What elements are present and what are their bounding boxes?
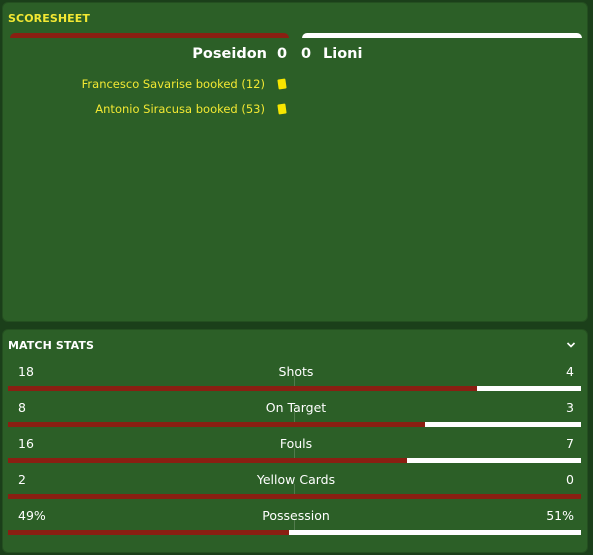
home-score: 0 — [277, 46, 288, 62]
yellow-card-icon — [277, 78, 287, 90]
scoresheet-title: SCORESHEET — [8, 12, 90, 25]
stat-bar-home-fill — [8, 386, 477, 391]
stat-row-fouls: 16 Fouls 7 — [3, 432, 589, 468]
stat-label: Possession — [262, 508, 330, 523]
stat-away-value: 51% — [546, 508, 574, 523]
chevron-down-icon[interactable] — [566, 340, 576, 350]
stat-comparison-bar — [8, 520, 581, 535]
stat-away-value: 0 — [566, 472, 574, 487]
stat-row-on-target: 8 On Target 3 — [3, 396, 589, 432]
stat-bar-home-fill — [8, 458, 407, 463]
stat-bar-midline — [294, 520, 295, 535]
stat-away-value: 3 — [566, 400, 574, 415]
event-text[interactable]: Antonio Siracusa booked (53) — [95, 102, 265, 116]
stat-bar-home-fill — [8, 494, 581, 499]
stat-label: Yellow Cards — [256, 472, 336, 487]
match-stats-title: MATCH STATS — [8, 339, 94, 352]
stat-row-shots: 18 Shots 4 — [3, 360, 589, 396]
scoresheet-panel: SCORESHEET Poseidon 0 0 Lioni Francesco … — [2, 2, 588, 322]
away-score: 0 — [301, 46, 312, 62]
score-line: Poseidon 0 0 Lioni — [3, 46, 589, 66]
stat-away-value: 7 — [566, 436, 574, 451]
stat-row-possession: 49% Possession 51% — [3, 504, 589, 540]
home-team-color-bar — [10, 33, 289, 38]
yellow-card-icon — [277, 103, 287, 115]
stat-bar-home-fill — [8, 422, 425, 427]
home-team-name[interactable]: Poseidon — [192, 46, 267, 62]
event-text[interactable]: Francesco Savarise booked (12) — [82, 77, 265, 91]
away-team-name[interactable]: Lioni — [323, 46, 362, 62]
match-stats-panel: MATCH STATS 18 Shots 4 8 On Target 3 16 … — [2, 329, 588, 553]
stat-row-yellow-cards: 2 Yellow Cards 0 — [3, 468, 589, 504]
stat-bar-home-fill — [8, 530, 289, 535]
away-team-color-bar — [302, 33, 582, 38]
stat-label: Fouls — [279, 436, 313, 451]
stat-comparison-bar — [8, 484, 581, 499]
stat-label: On Target — [265, 400, 327, 415]
stat-comparison-bar — [8, 448, 581, 463]
stat-label: Shots — [278, 364, 314, 379]
stat-comparison-bar — [8, 376, 581, 391]
stat-away-value: 4 — [566, 364, 574, 379]
stat-comparison-bar — [8, 412, 581, 427]
